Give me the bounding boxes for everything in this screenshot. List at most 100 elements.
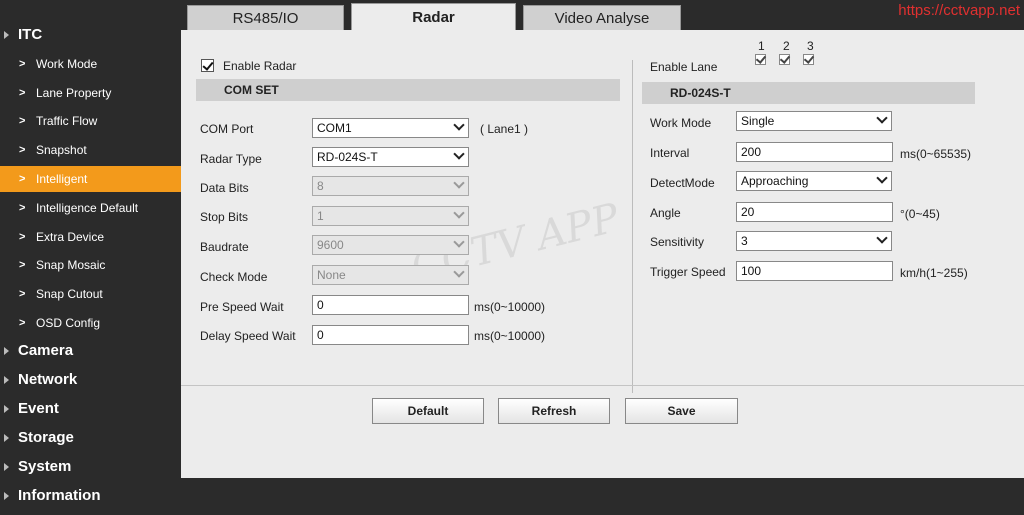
sidebar-item-lane-property[interactable]: > Lane Property [0,80,181,106]
stop-bits-label: Stop Bits [200,210,249,224]
expand-triangle-icon [4,347,9,355]
chevron-right-icon: > [19,317,26,329]
sidebar-item-snap-mosaic[interactable]: > Snap Mosaic [0,252,181,278]
sidebar-item-intelligent[interactable]: > Intelligent [0,166,181,192]
radar-type-select[interactable]: RD-024S-T [312,147,469,167]
stop-bits-select: 1 [312,206,469,226]
sidebar-item-traffic-flow[interactable]: > Traffic Flow [0,108,181,134]
work-mode-select[interactable]: Single [736,111,892,131]
chevron-down-icon [453,177,465,189]
sidebar-section-event[interactable]: Event [0,395,181,423]
trigger-speed-input[interactable]: 100 [736,261,893,281]
lane-number-3: 3 [807,39,814,53]
expand-triangle-icon [4,376,9,384]
expand-triangle-icon [4,405,9,413]
sidebar-item-osd-config[interactable]: > OSD Config [0,310,181,336]
chevron-right-icon: > [19,144,26,156]
chevron-down-icon [876,232,888,244]
sidebar-item-intelligence-default[interactable]: > Intelligence Default [0,195,181,221]
chevron-down-icon [453,236,465,248]
interval-input[interactable]: 200 [736,142,893,162]
angle-label: Angle [650,206,681,220]
expand-triangle-icon [4,31,9,39]
enable-lane-label: Enable Lane [650,60,718,74]
expand-triangle-icon [4,463,9,471]
sidebar-section-system[interactable]: System [0,453,181,481]
sidebar: ITC > Work Mode > Lane Property > Traffic F… [0,0,181,515]
chevron-down-icon [453,207,465,219]
detect-mode-select[interactable]: Approaching [736,171,892,191]
sidebar-item-snapshot[interactable]: > Snapshot [0,137,181,163]
default-button[interactable]: Default [372,398,484,424]
sidebar-item-work-mode[interactable]: > Work Mode [0,51,181,77]
sidebar-section-camera[interactable]: Camera [0,337,181,365]
detect-mode-label: DetectMode [650,176,715,190]
chevron-right-icon: > [19,87,26,99]
tab-bar: RS485/IO Radar Video Analyse https://cct… [181,0,1024,31]
check-mode-select: None [312,265,469,285]
tab-radar[interactable]: Radar [351,3,516,31]
chevron-right-icon: > [19,202,26,214]
chevron-right-icon: > [19,288,26,300]
watermark-url: https://cctvapp.net [898,2,1020,19]
enable-radar-label: Enable Radar [223,59,297,73]
tab-video-analyse[interactable]: Video Analyse [523,5,681,31]
sidebar-item-snap-cutout[interactable]: > Snap Cutout [0,281,181,307]
data-bits-label: Data Bits [200,181,249,195]
lane-2-checkbox[interactable] [779,54,790,65]
tab-rs485-io[interactable]: RS485/IO [187,5,344,31]
enable-radar-checkbox[interactable] [201,59,214,72]
com-port-select[interactable]: COM1 [312,118,469,138]
expand-triangle-icon [4,434,9,442]
trigger-speed-label: Trigger Speed [650,265,726,279]
lane-number-1: 1 [758,39,765,53]
sidebar-section-network[interactable]: Network [0,366,181,394]
chevron-down-icon [453,266,465,278]
delay-speed-wait-label: Delay Speed Wait [200,329,296,343]
work-mode-label: Work Mode [650,116,712,130]
chevron-right-icon: > [19,58,26,70]
interval-label: Interval [650,146,690,160]
check-mode-label: Check Mode [200,270,268,284]
chevron-right-icon: > [19,231,26,243]
sidebar-item-extra-device[interactable]: > Extra Device [0,224,181,250]
sidebar-section-itc[interactable]: ITC [0,21,181,49]
save-button[interactable]: Save [625,398,738,424]
refresh-button[interactable]: Refresh [498,398,610,424]
sensitivity-select[interactable]: 3 [736,231,892,251]
expand-triangle-icon [4,492,9,500]
radar-settings-panel: CCTV APP Enable Radar COM SET COM Port C… [181,30,1024,478]
com-set-header: COM SET [196,79,620,101]
chevron-down-icon [453,119,465,131]
pre-speed-wait-unit: ms(0~10000) [474,300,546,314]
pre-speed-wait-input[interactable]: 0 [312,295,469,315]
sidebar-section-information[interactable]: Information [0,482,181,510]
chevron-down-icon [876,172,888,184]
delay-speed-wait-unit: ms(0~10000) [474,329,546,343]
app-window: ITC > Work Mode > Lane Property > Traffic F… [0,0,1024,515]
radar-model-header: RD-024S-T [642,82,975,104]
chevron-down-icon [876,112,888,124]
com-port-label: COM Port [200,122,254,136]
chevron-right-icon: > [19,259,26,271]
angle-input[interactable]: 20 [736,202,893,222]
angle-unit: °(0~45) [900,207,940,221]
column-divider [632,60,633,393]
delay-speed-wait-input[interactable]: 0 [312,325,469,345]
lane-1-checkbox[interactable] [755,54,766,65]
bottom-bar [181,478,1024,515]
interval-unit: ms(0~65535) [900,147,972,161]
baudrate-select: 9600 [312,235,469,255]
sensitivity-label: Sensitivity [650,235,705,249]
data-bits-select: 8 [312,176,469,196]
com-port-lane: ( Lane1 ) [480,122,529,136]
sidebar-section-storage[interactable]: Storage [0,424,181,452]
trigger-speed-unit: km/h(1~255) [900,266,968,280]
radar-type-label: Radar Type [200,152,262,166]
baudrate-label: Baudrate [200,240,249,254]
chevron-right-icon: > [19,173,26,185]
lane-3-checkbox[interactable] [803,54,814,65]
button-separator [181,385,1024,386]
pre-speed-wait-label: Pre Speed Wait [200,300,284,314]
lane-number-2: 2 [783,39,790,53]
